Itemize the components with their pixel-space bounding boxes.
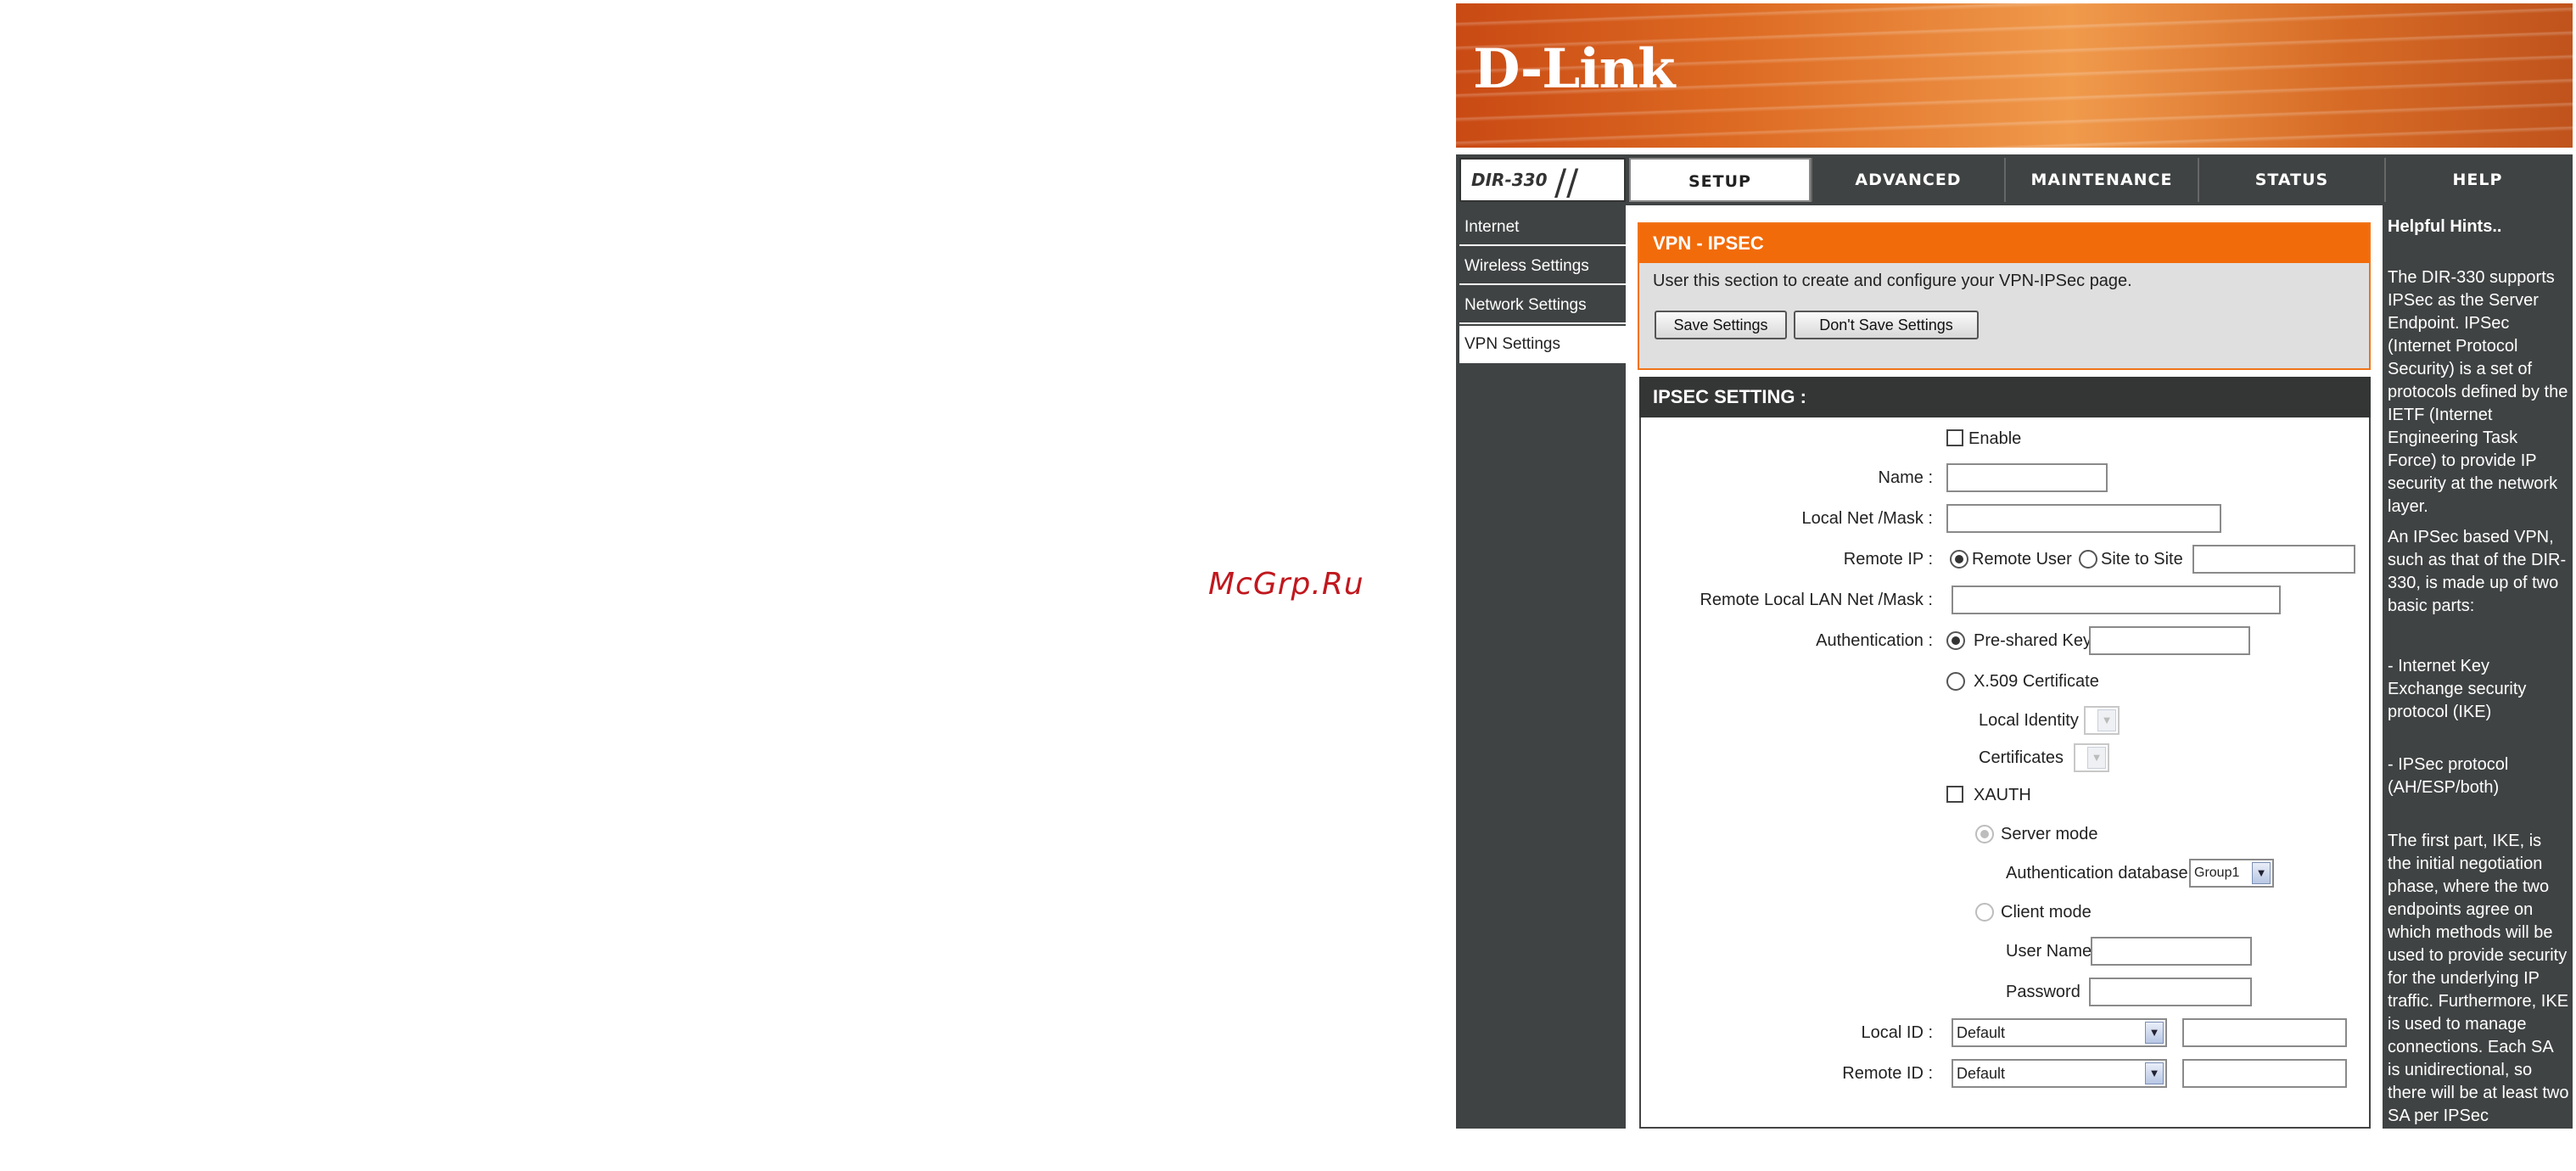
remote-ip-label: Remote IP : (1843, 550, 1933, 569)
dont-save-settings-button[interactable]: Don't Save Settings (1794, 311, 1979, 339)
ipsec-setting-header: IPSEC SETTING : (1639, 377, 2371, 417)
help-paragraph: The first part, IKE, is the initial nego… (2388, 832, 2569, 1125)
section-description: User this section to create and configur… (1653, 272, 2132, 290)
local-net-mask-input[interactable] (1946, 504, 2221, 533)
dlink-logo: D-Link (1473, 37, 1675, 101)
auth-database-value: Group1 (2194, 866, 2240, 880)
main-content: VPN - IPSEC User this section to create … (1626, 205, 2371, 1129)
chevron-down-icon: ▼ (2252, 862, 2271, 884)
remote-id-label: Remote ID : (1842, 1064, 1933, 1083)
chevron-down-icon: ▼ (2145, 1062, 2164, 1084)
helpful-hints-panel: Helpful Hints.. The DIR-330 supports IPS… (2383, 205, 2573, 1129)
client-mode-label: Client mode (2001, 903, 2092, 922)
top-nav: DIR-330 // SETUP ADVANCED MAINTENANCE ST… (1456, 154, 2573, 205)
site-to-site-label: Site to Site (2101, 550, 2183, 569)
sidebar-item-network-settings[interactable]: Network Settings (1459, 287, 1626, 324)
model-label: DIR-330 (1471, 170, 1548, 190)
client-mode-radio[interactable] (1975, 903, 1994, 922)
help-paragraph: - IPSec protocol (AH/ESP/both) (2388, 755, 2509, 797)
site-to-site-radio[interactable] (2079, 550, 2097, 569)
remote-user-label: Remote User (1972, 550, 2072, 569)
vpn-ipsec-section: VPN - IPSEC User this section to create … (1638, 222, 2371, 370)
password-input[interactable] (2089, 978, 2252, 1006)
remote-id-input[interactable] (2182, 1059, 2347, 1088)
help-paragraph: - Internet Key Exchange security protoco… (2388, 657, 2527, 721)
local-id-value: Default (1957, 1024, 2006, 1041)
local-id-label: Local ID : (1861, 1023, 1933, 1042)
watermark: McGrp.Ru (1208, 567, 1364, 602)
sidebar-item-vpn-settings[interactable]: VPN Settings (1459, 326, 1626, 363)
router-admin-page: D-Link DIR-330 // SETUP ADVANCED MAINTEN… (1456, 0, 2573, 1129)
local-net-mask-label: Local Net /Mask : (1801, 509, 1933, 528)
tab-setup[interactable]: SETUP (1629, 158, 1811, 202)
auth-database-label: Authentication database (2006, 864, 2188, 882)
enable-checkbox[interactable] (1946, 429, 1963, 446)
pre-shared-key-label: Pre-shared Key (1974, 631, 2092, 650)
chevron-down-icon: ▼ (2097, 709, 2116, 731)
help-paragraph: An IPSec based VPN, such as that of the … (2388, 528, 2567, 615)
model-badge: DIR-330 // (1459, 158, 1626, 203)
name-input[interactable] (1946, 463, 2108, 492)
auth-database-select[interactable]: Group1 ▼ (2189, 859, 2274, 888)
chevron-down-icon: ▼ (2087, 747, 2106, 769)
pre-shared-key-input[interactable] (2089, 626, 2250, 655)
tab-help[interactable]: HELP (2384, 158, 2569, 202)
pre-shared-key-radio[interactable] (1946, 631, 1965, 650)
help-title: Helpful Hints.. (2388, 217, 2502, 236)
enable-label: Enable (1968, 429, 2022, 448)
local-identity-select[interactable]: ▼ (2084, 706, 2120, 735)
local-identity-label: Local Identity (1979, 711, 2079, 730)
remote-id-select[interactable]: Default ▼ (1952, 1059, 2167, 1088)
name-label: Name : (1878, 468, 1933, 487)
local-id-select[interactable]: Default ▼ (1952, 1018, 2167, 1047)
certificates-select[interactable]: ▼ (2074, 743, 2109, 772)
sidebar: Internet Wireless Settings Network Setti… (1456, 205, 1626, 1129)
sidebar-item-internet[interactable]: Internet (1459, 209, 1626, 246)
remote-id-value: Default (1957, 1065, 2006, 1082)
ipsec-form: Enable Name : Local Net /Mask : Remote I… (1639, 417, 2371, 1129)
remote-user-radio[interactable] (1950, 550, 1968, 569)
xauth-checkbox[interactable] (1946, 786, 1963, 803)
server-mode-radio[interactable] (1975, 825, 1994, 843)
local-id-input[interactable] (2182, 1018, 2347, 1047)
certificates-label: Certificates (1979, 748, 2064, 767)
tab-advanced[interactable]: ADVANCED (1811, 158, 2004, 202)
password-label: Password (2006, 983, 2080, 1001)
x509-certificate-label: X.509 Certificate (1974, 672, 2099, 691)
authentication-label: Authentication : (1816, 631, 1933, 650)
tab-status[interactable]: STATUS (2198, 158, 2384, 202)
remote-ip-input[interactable] (2192, 545, 2355, 574)
sidebar-item-wireless-settings[interactable]: Wireless Settings (1459, 248, 1626, 285)
remote-lan-input[interactable] (1952, 586, 2281, 614)
user-name-label: User Name (2006, 942, 2092, 961)
remote-lan-label: Remote Local LAN Net /Mask : (1700, 591, 1933, 609)
save-settings-button[interactable]: Save Settings (1655, 311, 1787, 339)
server-mode-label: Server mode (2001, 825, 2098, 843)
section-title: VPN - IPSEC (1639, 224, 2369, 263)
slashes-icon: // (1554, 161, 1579, 203)
header-banner: D-Link (1456, 3, 2573, 148)
xauth-label: XAUTH (1974, 786, 2031, 804)
tab-maintenance[interactable]: MAINTENANCE (2004, 158, 2198, 202)
x509-certificate-radio[interactable] (1946, 672, 1965, 691)
user-name-input[interactable] (2091, 937, 2252, 966)
chevron-down-icon: ▼ (2145, 1022, 2164, 1044)
help-paragraph: The DIR-330 supports IPSec as the Server… (2388, 268, 2568, 516)
